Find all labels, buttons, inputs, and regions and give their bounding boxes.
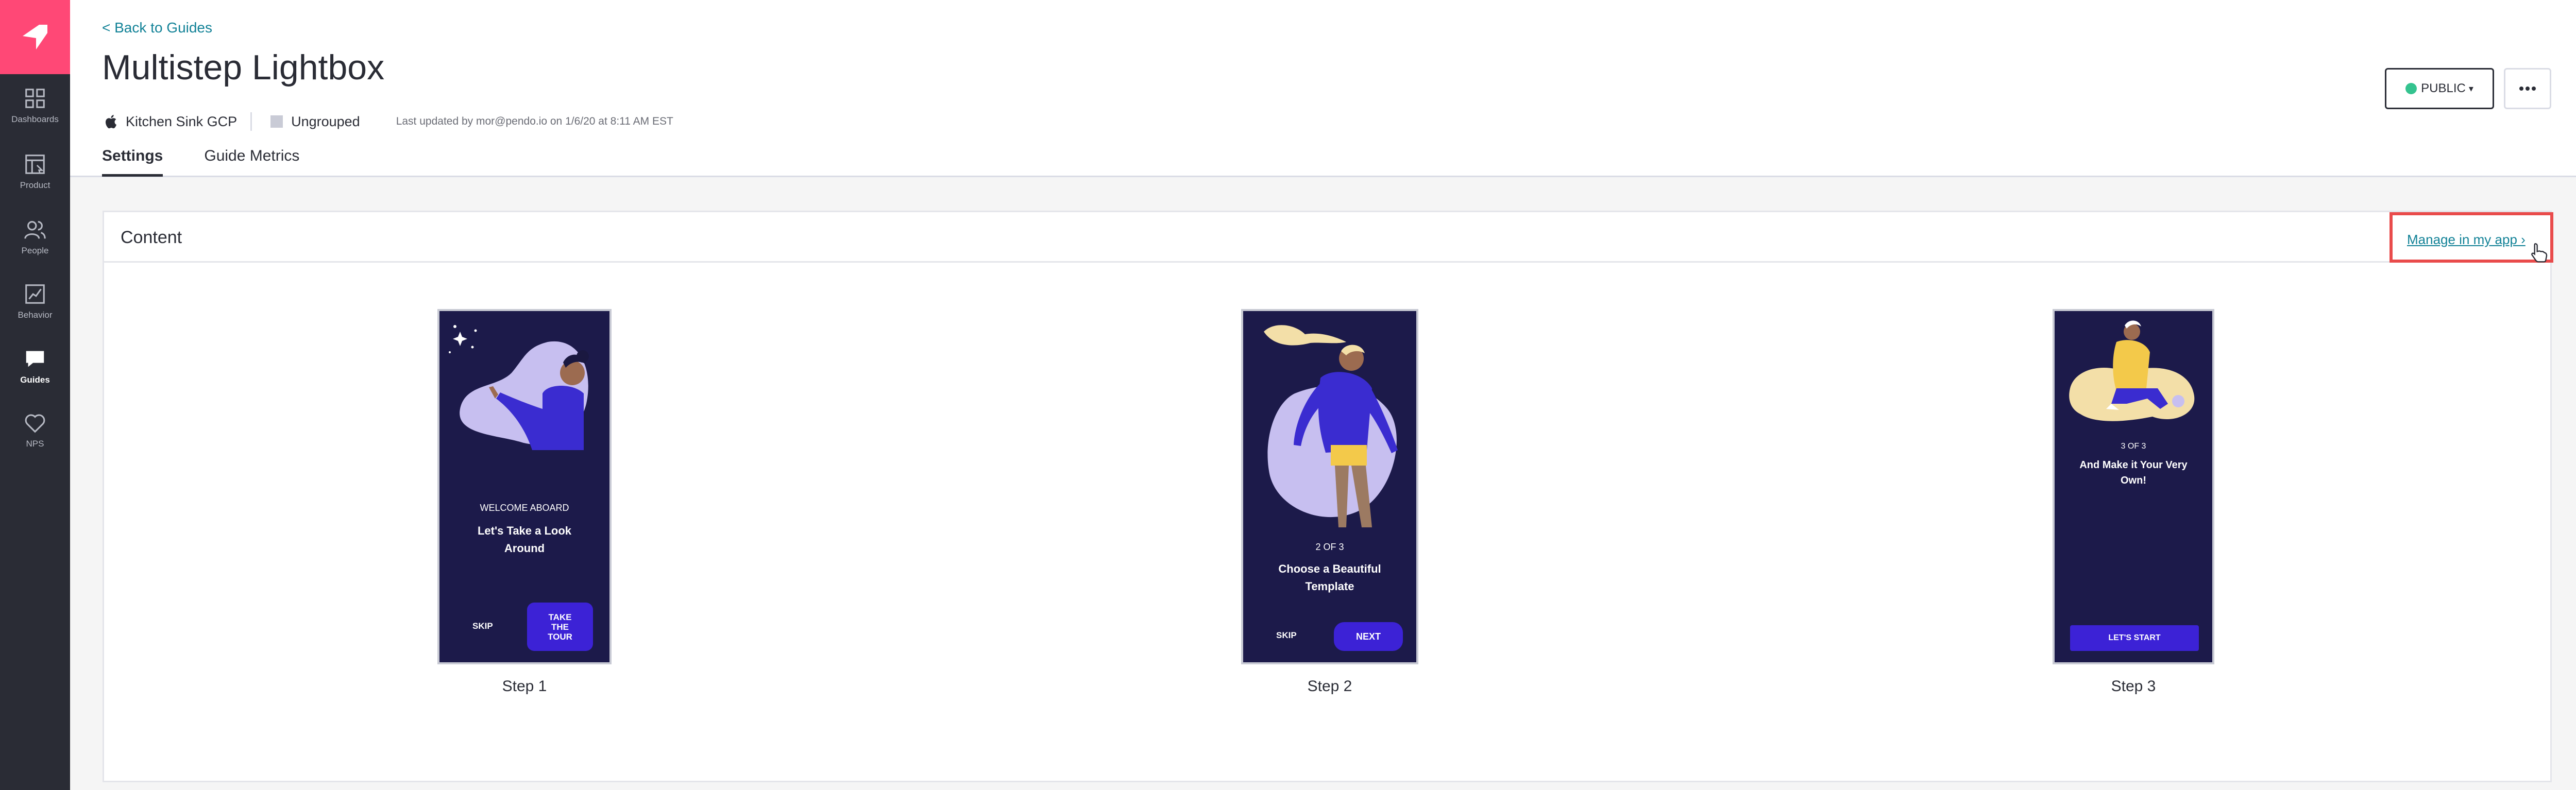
status-dropdown[interactable]: PUBLIC ▾ [2385,68,2494,109]
content-title: Content [121,228,182,247]
take-the-tour-button: TAKE THE TOUR [527,603,593,651]
last-updated: Last updated by mor@pendo.io on 1/6/20 a… [396,115,673,127]
sidebar-label: Product [20,180,50,190]
step-label: Step 3 [2111,678,2156,695]
behavior-icon [25,284,45,304]
dashboards-icon [25,89,45,108]
group-label[interactable]: Ungrouped [270,114,360,130]
apple-icon [105,115,116,129]
sidebar-label: Dashboards [11,114,59,124]
slide-heading: Choose a Beautiful Template [1243,560,1416,595]
step-1-preview[interactable]: WELCOME ABOARD Let's Take a Look Around … [437,309,612,664]
next-button: NEXT [1334,622,1403,651]
guide-header: < Back to Guides Multistep Lightbox Kitc… [70,0,2576,177]
more-options-button[interactable] [2504,68,2551,109]
slide-heading-line: Choose a Beautiful [1278,562,1381,575]
pendo-logo-icon [23,25,47,49]
slide-heading-line: Let's Take a Look [477,524,572,537]
step-label: Step 2 [1307,678,1352,695]
sidebar-label: Behavior [18,310,53,320]
app-name: Kitchen Sink GCP [126,113,238,129]
guide-tabs: Settings Guide Metrics [102,147,341,177]
page-title: Multistep Lightbox [102,48,385,87]
pendo-logo[interactable] [0,0,70,74]
caret-down-icon: ▾ [2468,83,2473,94]
welcome-illustration [449,325,589,450]
skip-link: SKIP [472,621,493,631]
step-label: Step 1 [502,678,547,695]
guides-icon [26,351,44,367]
slide-heading: Let's Take a Look Around [439,522,609,557]
hand-pointer-icon [2531,243,2548,263]
sidebar-item-nps[interactable]: NPS [0,402,70,458]
guide-meta: Kitchen Sink GCP Ungrouped Last updated … [104,112,673,131]
slide-heading-line: Own! [2121,475,2146,486]
lets-start-button: LET'S START [2070,625,2199,651]
sidebar-item-dashboards[interactable]: Dashboards [0,77,70,134]
group-name: Ungrouped [291,113,360,129]
heart-icon [25,414,45,433]
step-2-preview[interactable]: 2 OF 3 Choose a Beautiful Template SKIP … [1241,309,1418,664]
sidebar-label: People [21,246,49,255]
content-card: Content Manage in my app › WELCOME ABOAR… [103,211,2553,782]
slide-kicker: 2 OF 3 [1315,542,1344,552]
slide-kicker: WELCOME ABOARD [480,503,569,513]
slide-heading: And Make it Your Very Own! [2055,457,2212,488]
ellipsis-icon [2519,87,2536,91]
sidebar-item-people[interactable]: People [0,209,70,265]
sidebar: Dashboards Product People Behavior Guide… [0,0,70,790]
sidebar-item-product[interactable]: Product [0,143,70,200]
skip-link: SKIP [1276,630,1297,640]
people-icon [24,221,46,239]
slide-kicker: 3 OF 3 [2121,442,2146,451]
tab-settings[interactable]: Settings [102,147,163,177]
step-3-preview[interactable]: 3 OF 3 And Make it Your Very Own! LET'S … [2053,309,2214,664]
divider [250,112,252,131]
manage-in-my-app-link[interactable]: Manage in my app › [2407,232,2526,248]
sidebar-item-behavior[interactable]: Behavior [0,273,70,330]
group-color-swatch [270,115,283,128]
make-it-your-own-illustration [2069,320,2195,421]
app-label: Kitchen Sink GCP [104,114,237,130]
slide-heading-line: Template [1305,580,1354,593]
slide-heading-line: And Make it Your Very [2079,459,2188,471]
status-label: PUBLIC [2421,81,2466,95]
content-card-header: Content Manage in my app › [104,212,2553,263]
template-illustration [1264,325,1398,527]
sidebar-label: Guides [20,375,50,385]
status-dot [2405,83,2417,94]
slide-heading-line: Around [504,542,545,555]
manage-in-app-highlight: Manage in my app › [2389,212,2553,263]
tab-guide-metrics[interactable]: Guide Metrics [204,147,299,177]
sidebar-item-guides[interactable]: Guides [0,338,70,394]
product-icon [25,154,45,174]
back-to-guides-link[interactable]: < Back to Guides [102,20,212,36]
sidebar-label: NPS [26,439,44,449]
